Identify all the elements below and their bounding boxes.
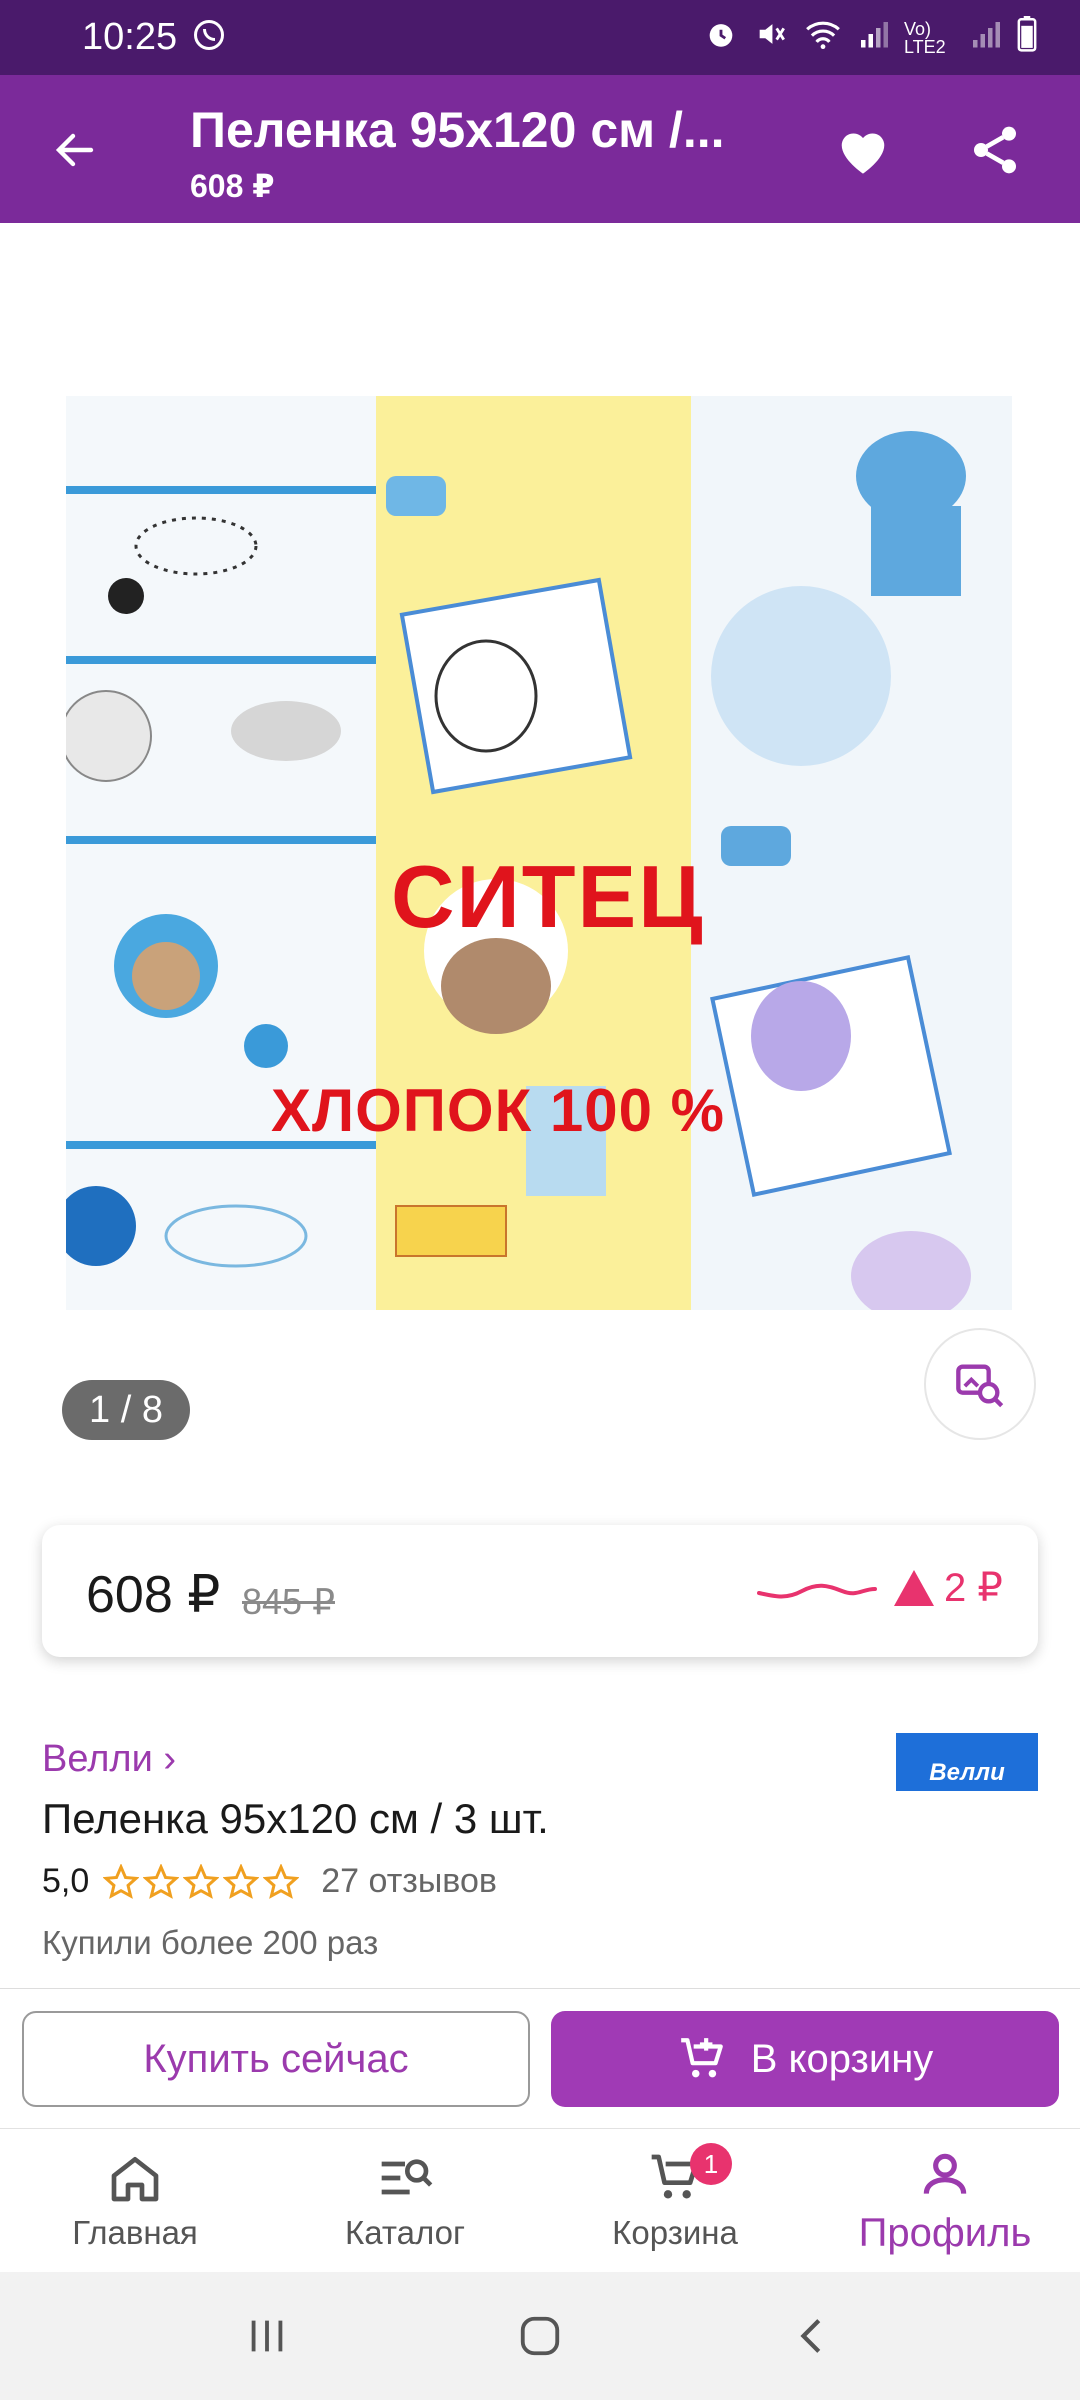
app-bar: Пеленка 95х120 см /... 608 ₽ bbox=[0, 75, 1080, 223]
chevron-left-icon bbox=[800, 2319, 821, 2353]
price-change-value: 2 ₽ bbox=[944, 1566, 1003, 1610]
back-button[interactable] bbox=[40, 115, 110, 185]
profile-icon bbox=[923, 2153, 967, 2194]
rating-stars bbox=[103, 1863, 300, 1900]
network-label: Vo) LTE2 bbox=[904, 18, 946, 57]
brand-link[interactable]: Велли › bbox=[42, 1738, 176, 1781]
favorite-button[interactable] bbox=[828, 115, 898, 185]
status-time: 10:25 bbox=[82, 16, 178, 58]
purchase-count: Купили более 200 раз bbox=[42, 1924, 379, 1961]
mute-icon bbox=[754, 17, 788, 58]
gallery-page-indicator: 1 / 8 bbox=[62, 1380, 190, 1440]
product-title: Пеленка 95х120 см / 3 шт. bbox=[42, 1795, 549, 1842]
whatsapp-icon bbox=[191, 17, 227, 58]
star-icon bbox=[263, 1863, 300, 1899]
battery-icon bbox=[1016, 16, 1038, 59]
star-icon bbox=[183, 1863, 220, 1899]
price-history-chart bbox=[757, 1583, 877, 1599]
product-image[interactable]: СИТЕЦ ХЛОПОК 100 % bbox=[66, 396, 1012, 1310]
wifi-icon bbox=[804, 17, 842, 58]
buy-now-button[interactable]: Купить сейчас bbox=[22, 2011, 530, 2107]
bottom-nav: Главная Каталог Корзина 1 Профиль bbox=[0, 2128, 1080, 2272]
brand-logo-text: Велли bbox=[929, 1759, 1005, 1786]
star-icon bbox=[143, 1863, 180, 1899]
old-price: 845 ₽ bbox=[242, 1581, 335, 1622]
home-icon bbox=[111, 2157, 159, 2202]
brand-logo[interactable]: Велли bbox=[896, 1733, 1038, 1791]
image-overlay-text-1: СИТЕЦ bbox=[391, 847, 705, 946]
price-change: 2 ₽ bbox=[892, 1565, 1003, 1611]
fabric-roll-white bbox=[66, 396, 376, 1310]
system-back-button[interactable] bbox=[773, 2296, 853, 2376]
cart-badge: 1 bbox=[690, 2143, 732, 2185]
arrow-left-icon bbox=[55, 133, 94, 167]
visual-search-button[interactable] bbox=[924, 1328, 1036, 1440]
nav-catalog-label: Каталог bbox=[345, 2214, 465, 2251]
add-to-cart-label: В корзину bbox=[750, 2036, 934, 2081]
current-price: 608 ₽ bbox=[86, 1566, 221, 1624]
divider bbox=[0, 1988, 1080, 1989]
share-button[interactable] bbox=[960, 115, 1030, 185]
nav-cart-label: Корзина bbox=[612, 2214, 738, 2251]
nav-catalog[interactable]: Каталог bbox=[270, 2129, 540, 2273]
alarm-icon bbox=[704, 17, 738, 58]
image-search-icon bbox=[956, 1364, 1004, 1408]
page-title: Пеленка 95х120 см /... bbox=[190, 102, 725, 158]
home-system-button[interactable] bbox=[500, 2296, 580, 2376]
nav-home-label: Главная bbox=[72, 2214, 198, 2251]
nav-cart[interactable]: Корзина 1 bbox=[540, 2129, 810, 2273]
recent-apps-button[interactable] bbox=[227, 2296, 307, 2376]
reviews-link[interactable]: 27 отзывов bbox=[321, 1862, 497, 1901]
fabric-roll-light-blue bbox=[691, 396, 1012, 1310]
add-to-cart-button[interactable]: В корзину bbox=[551, 2011, 1059, 2107]
status-bar: 10:25 Vo) LTE2 bbox=[0, 0, 1080, 75]
rating-value: 5,0 bbox=[42, 1862, 90, 1900]
heart-icon bbox=[841, 133, 885, 174]
signal-icon bbox=[858, 17, 888, 58]
star-icon bbox=[103, 1863, 140, 1899]
share-icon bbox=[974, 126, 1016, 174]
triangle-up-icon bbox=[894, 1570, 934, 1606]
cart-add-icon bbox=[680, 2038, 723, 2078]
header-price: 608 ₽ bbox=[190, 168, 275, 204]
signal-icon-2 bbox=[970, 17, 1000, 58]
recent-apps-icon bbox=[251, 2320, 282, 2352]
image-overlay-text-2: ХЛОПОК 100 % bbox=[271, 1077, 726, 1144]
price-card[interactable]: 608 ₽ 845 ₽ 2 ₽ bbox=[42, 1525, 1038, 1657]
nav-home[interactable]: Главная bbox=[0, 2129, 270, 2273]
nav-profile[interactable]: Профиль bbox=[810, 2129, 1080, 2273]
catalog-search-icon bbox=[381, 2159, 433, 2195]
star-icon bbox=[223, 1863, 260, 1899]
rating-row[interactable]: 5,0 27 отзывов bbox=[42, 1862, 497, 1901]
home-circle-icon bbox=[520, 2316, 560, 2356]
nav-profile-label: Профиль bbox=[858, 2210, 1032, 2255]
system-nav-bar bbox=[0, 2272, 1080, 2400]
